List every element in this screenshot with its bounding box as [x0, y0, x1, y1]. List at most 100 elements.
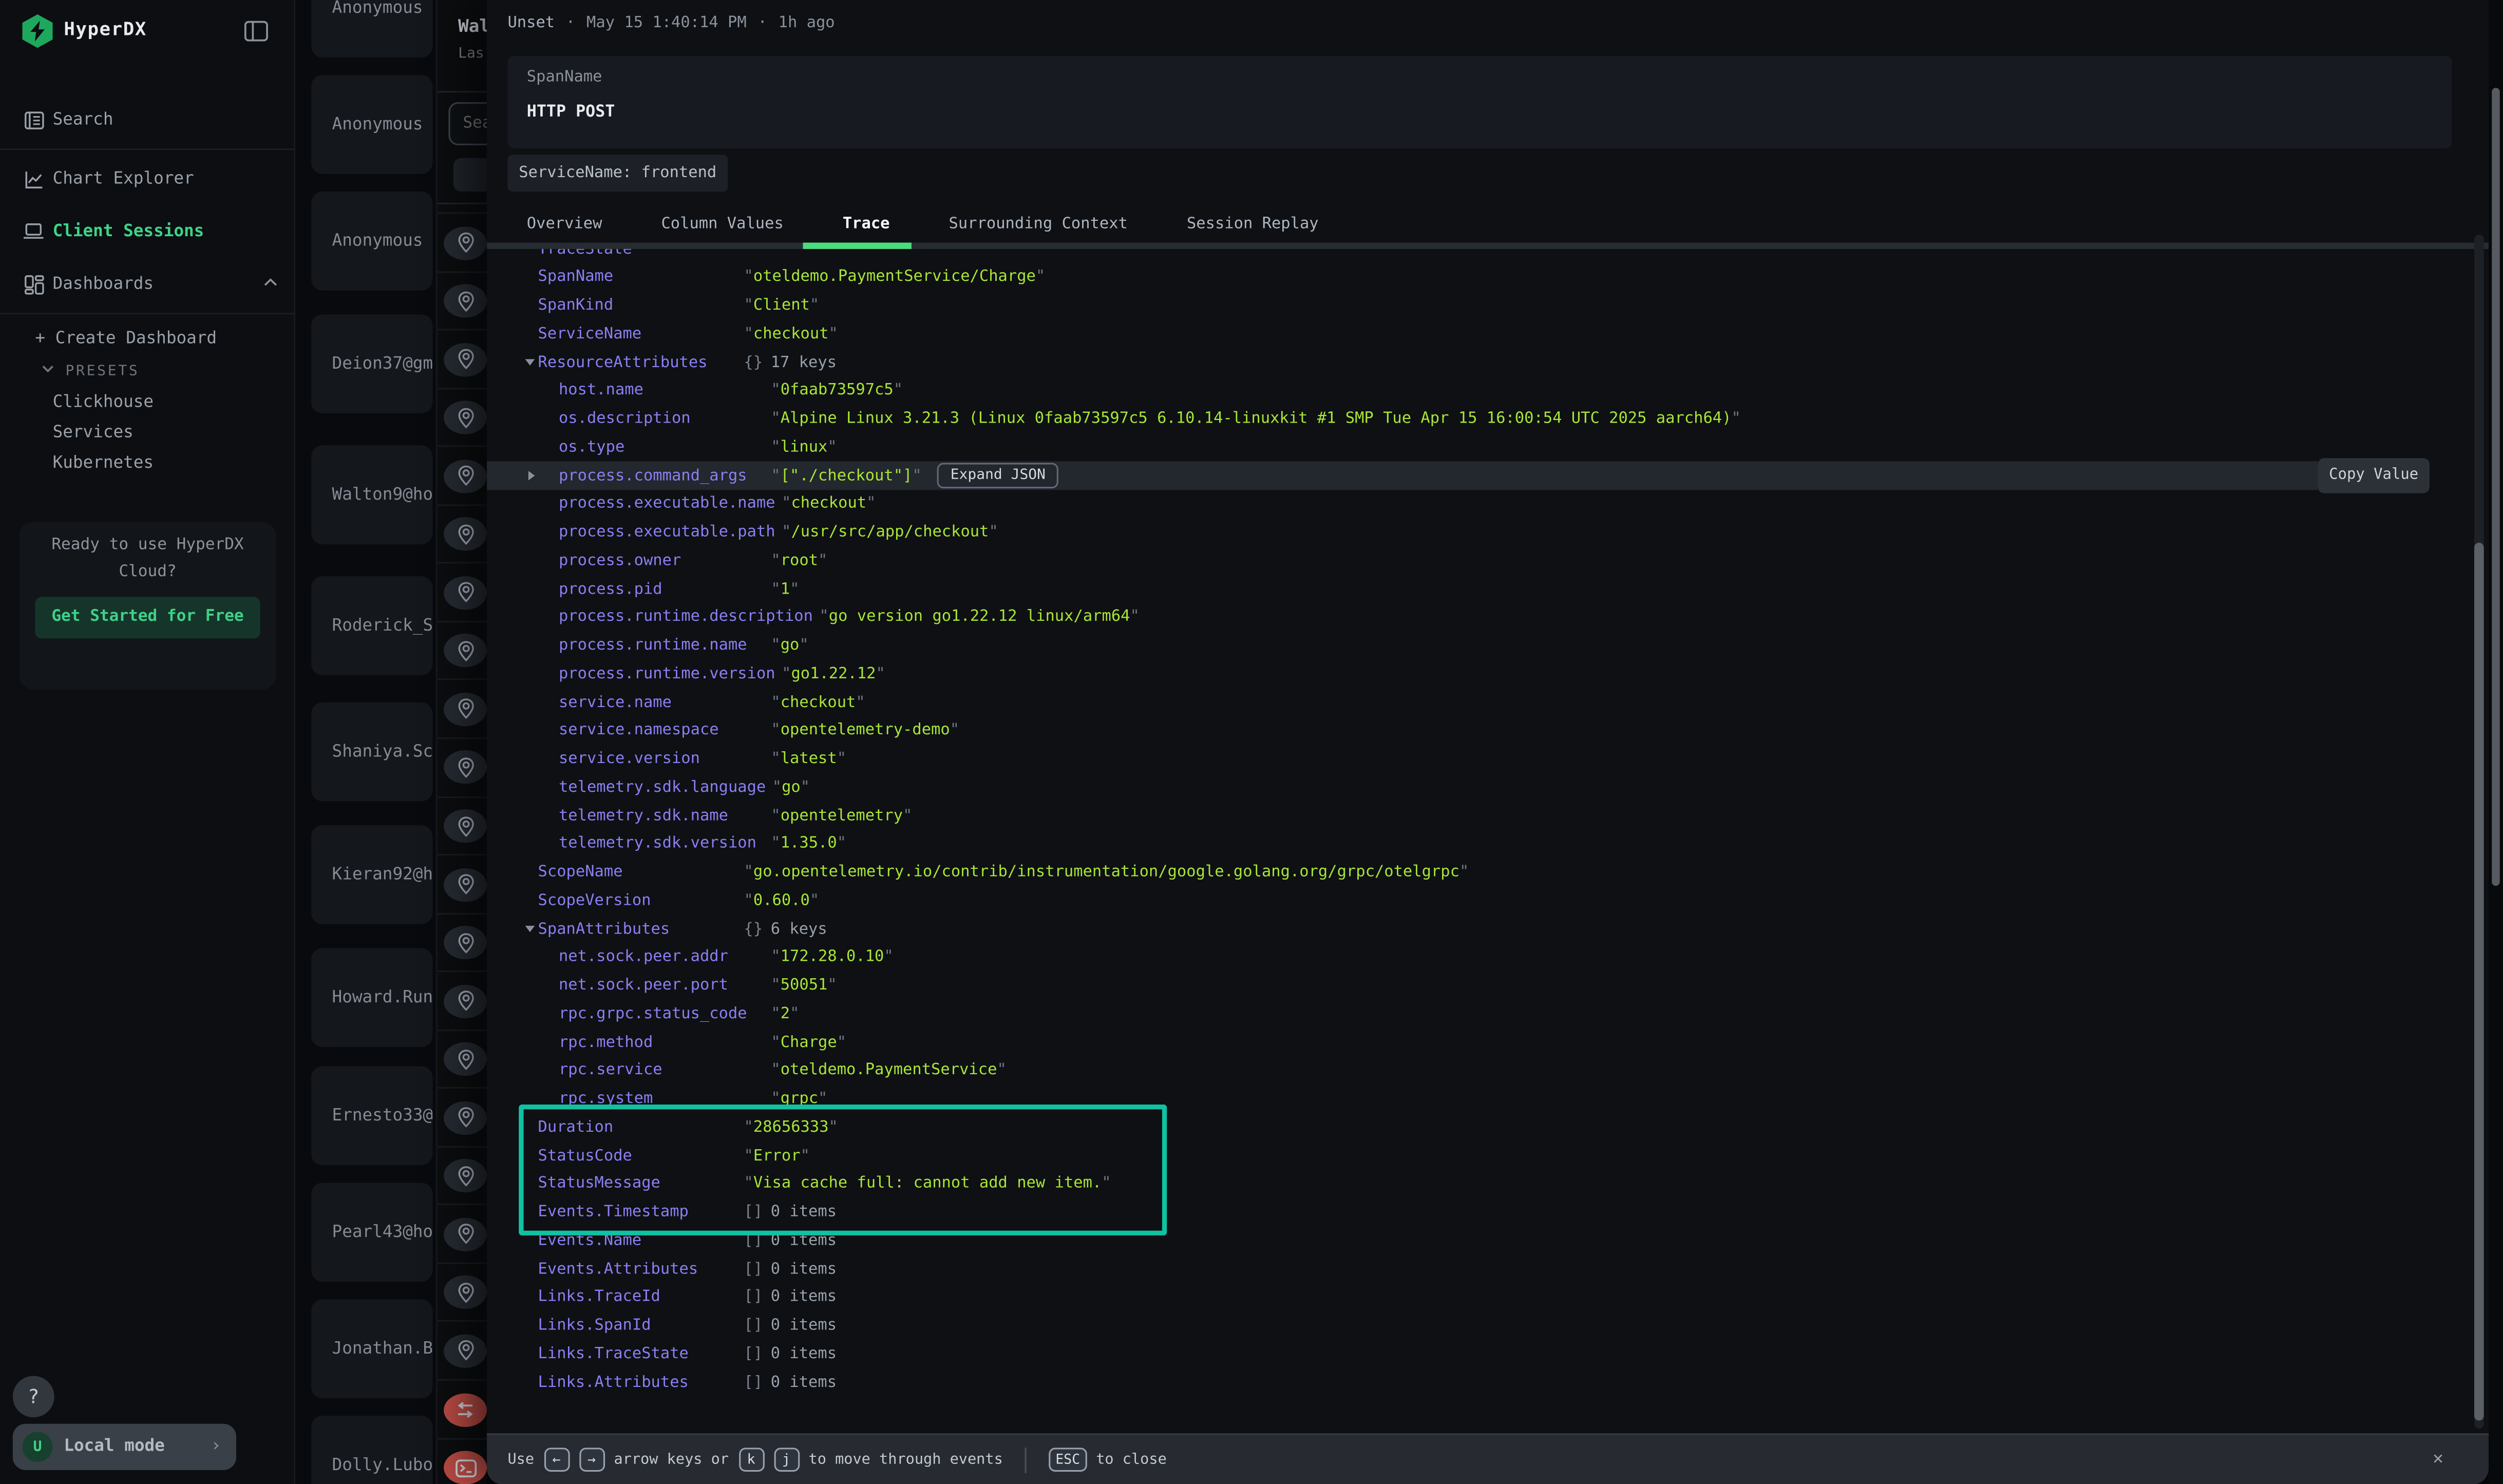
attribute-row[interactable]: StatusCode"Error": [487, 1141, 2466, 1170]
location-pin-icon[interactable]: [444, 984, 487, 1018]
tab-column-values[interactable]: Column Values: [661, 215, 783, 232]
attribute-row[interactable]: ServiceName"checkout": [487, 320, 2466, 348]
attribute-row[interactable]: rpc.system"grpc": [487, 1085, 2466, 1113]
attribute-row[interactable]: ScopeName"go.opentelemetry.io/contrib/in…: [487, 858, 2466, 886]
event-row[interactable]: [438, 329, 487, 388]
attribute-row[interactable]: service.namespace"opentelemetry-demo": [487, 716, 2466, 745]
session-list-item[interactable]: Anonymous: [311, 192, 432, 291]
location-pin-icon[interactable]: [444, 693, 487, 726]
location-pin-icon[interactable]: [444, 459, 487, 492]
session-list-item[interactable]: Anonymous: [311, 75, 432, 174]
attribute-row[interactable]: service.version"latest": [487, 745, 2466, 773]
sidebar-item-kubernetes[interactable]: Kubernetes: [53, 453, 154, 472]
session-list-item[interactable]: Deion37@gm: [311, 314, 432, 413]
location-pin-icon[interactable]: [444, 1159, 487, 1193]
location-pin-icon[interactable]: [444, 1276, 487, 1309]
attribute-row[interactable]: Events.Attributes[]0 items: [487, 1255, 2466, 1283]
sidebar-item-client-sessions[interactable]: Client Sessions: [0, 217, 295, 246]
session-list-item[interactable]: Pearl43@ho: [311, 1183, 432, 1282]
location-pin-icon[interactable]: [444, 1101, 487, 1134]
event-row[interactable]: [438, 1088, 487, 1146]
attribute-row[interactable]: net.sock.peer.port"50051": [487, 972, 2466, 1000]
event-row[interactable]: [438, 1146, 487, 1204]
attribute-row[interactable]: process.runtime.name"go": [487, 632, 2466, 660]
event-row[interactable]: [438, 737, 487, 796]
location-pin-icon[interactable]: [444, 751, 487, 784]
attribute-row[interactable]: SpanKind"Client": [487, 292, 2466, 320]
sidebar-item-clickhouse[interactable]: Clickhouse: [53, 393, 154, 412]
attribute-row[interactable]: StatusMessage"Visa cache full: cannot ad…: [487, 1170, 2466, 1198]
h-button-fragment[interactable]: H: [453, 158, 487, 192]
event-row[interactable]: [438, 387, 487, 446]
attribute-row[interactable]: process.owner"root": [487, 546, 2466, 575]
attribute-row[interactable]: service.name"checkout": [487, 688, 2466, 716]
attribute-row[interactable]: process.pid"1": [487, 575, 2466, 603]
location-pin-icon[interactable]: [444, 401, 487, 434]
event-row[interactable]: [438, 212, 487, 271]
search-input[interactable]: [448, 102, 487, 145]
location-pin-icon[interactable]: [444, 518, 487, 551]
event-row[interactable]: [438, 1437, 487, 1484]
location-pin-icon[interactable]: [444, 1334, 487, 1367]
event-row[interactable]: [438, 562, 487, 621]
event-row[interactable]: [438, 679, 487, 737]
location-pin-icon[interactable]: [444, 926, 487, 959]
event-row[interactable]: [438, 621, 487, 679]
attribute-row[interactable]: SpanAttributes{}6 keys: [487, 915, 2466, 943]
attribute-row[interactable]: Events.Timestamp[]0 items: [487, 1198, 2466, 1226]
attribute-row[interactable]: process.executable.path"/usr/src/app/che…: [487, 518, 2466, 546]
console-error-icon[interactable]: [444, 1451, 487, 1484]
local-mode-button[interactable]: U Local mode ›: [13, 1424, 236, 1470]
attribute-row[interactable]: Events.Name[]0 items: [487, 1227, 2466, 1255]
session-list-item[interactable]: Dolly.Lubo: [311, 1416, 432, 1484]
event-row[interactable]: [438, 912, 487, 971]
event-row[interactable]: [438, 971, 487, 1029]
location-pin-icon[interactable]: [444, 809, 487, 843]
attribute-row[interactable]: os.type"linux": [487, 433, 2466, 462]
attribute-row[interactable]: Links.TraceId[]0 items: [487, 1283, 2466, 1311]
sidebar-item-dashboards[interactable]: Dashboards: [0, 270, 295, 298]
sidebar-collapse-icon[interactable]: [244, 21, 269, 41]
event-row[interactable]: [438, 1029, 487, 1088]
session-list-item[interactable]: Anonymous: [311, 0, 432, 58]
tab-overview[interactable]: Overview: [527, 215, 602, 232]
session-list-item[interactable]: Walton9@ho: [311, 445, 432, 544]
attribute-row[interactable]: ResourceAttributes{}17 keys: [487, 348, 2466, 376]
attribute-row[interactable]: Links.Attributes[]0 items: [487, 1368, 2466, 1396]
location-pin-icon[interactable]: [444, 1042, 487, 1076]
location-pin-icon[interactable]: [444, 1217, 487, 1251]
location-pin-icon[interactable]: [444, 343, 487, 376]
attribute-row[interactable]: process.runtime.description"go version g…: [487, 603, 2466, 632]
event-row[interactable]: [438, 1321, 487, 1379]
close-icon[interactable]: ✕: [2433, 1448, 2443, 1468]
tab-surrounding-context[interactable]: Surrounding Context: [949, 215, 1128, 232]
session-list-item[interactable]: Kieran92@h: [311, 825, 432, 924]
copy-value-button[interactable]: Copy Value: [2318, 459, 2430, 493]
event-row[interactable]: [438, 854, 487, 912]
event-row[interactable]: [438, 446, 487, 504]
attribute-row[interactable]: telemetry.sdk.language"go": [487, 773, 2466, 802]
session-list-item[interactable]: Ernesto33@: [311, 1066, 432, 1165]
event-row[interactable]: [438, 796, 487, 854]
attribute-row[interactable]: Links.TraceState[]0 items: [487, 1340, 2466, 1368]
get-started-button[interactable]: Get Started for Free: [35, 597, 260, 639]
location-pin-icon[interactable]: [444, 226, 487, 259]
service-name-chip[interactable]: ServiceName: frontend: [507, 155, 728, 192]
window-scrollbar[interactable]: [2489, 0, 2503, 1484]
attribute-row[interactable]: os.description"Alpine Linux 3.21.3 (Linu…: [487, 405, 2466, 433]
event-row[interactable]: [438, 1204, 487, 1263]
tab-trace[interactable]: Trace: [843, 215, 890, 232]
caret-right-icon[interactable]: [528, 471, 535, 481]
event-row[interactable]: [438, 1379, 487, 1438]
sidebar-item-search[interactable]: Search: [0, 105, 295, 134]
attribute-row[interactable]: process.executable.name"checkout": [487, 490, 2466, 518]
location-pin-icon[interactable]: [444, 576, 487, 610]
event-row[interactable]: [438, 1262, 487, 1321]
attribute-row[interactable]: telemetry.sdk.version"1.35.0": [487, 830, 2466, 858]
session-list-item[interactable]: Howard.Run: [311, 948, 432, 1047]
attribute-row[interactable]: Duration"28656333": [487, 1113, 2466, 1141]
event-row[interactable]: [438, 504, 487, 562]
attribute-row[interactable]: rpc.service"oteldemo.PaymentService": [487, 1057, 2466, 1085]
sidebar-item-create-dashboard[interactable]: + Create Dashboard: [35, 329, 217, 348]
attribute-row[interactable]: rpc.method"Charge": [487, 1028, 2466, 1056]
